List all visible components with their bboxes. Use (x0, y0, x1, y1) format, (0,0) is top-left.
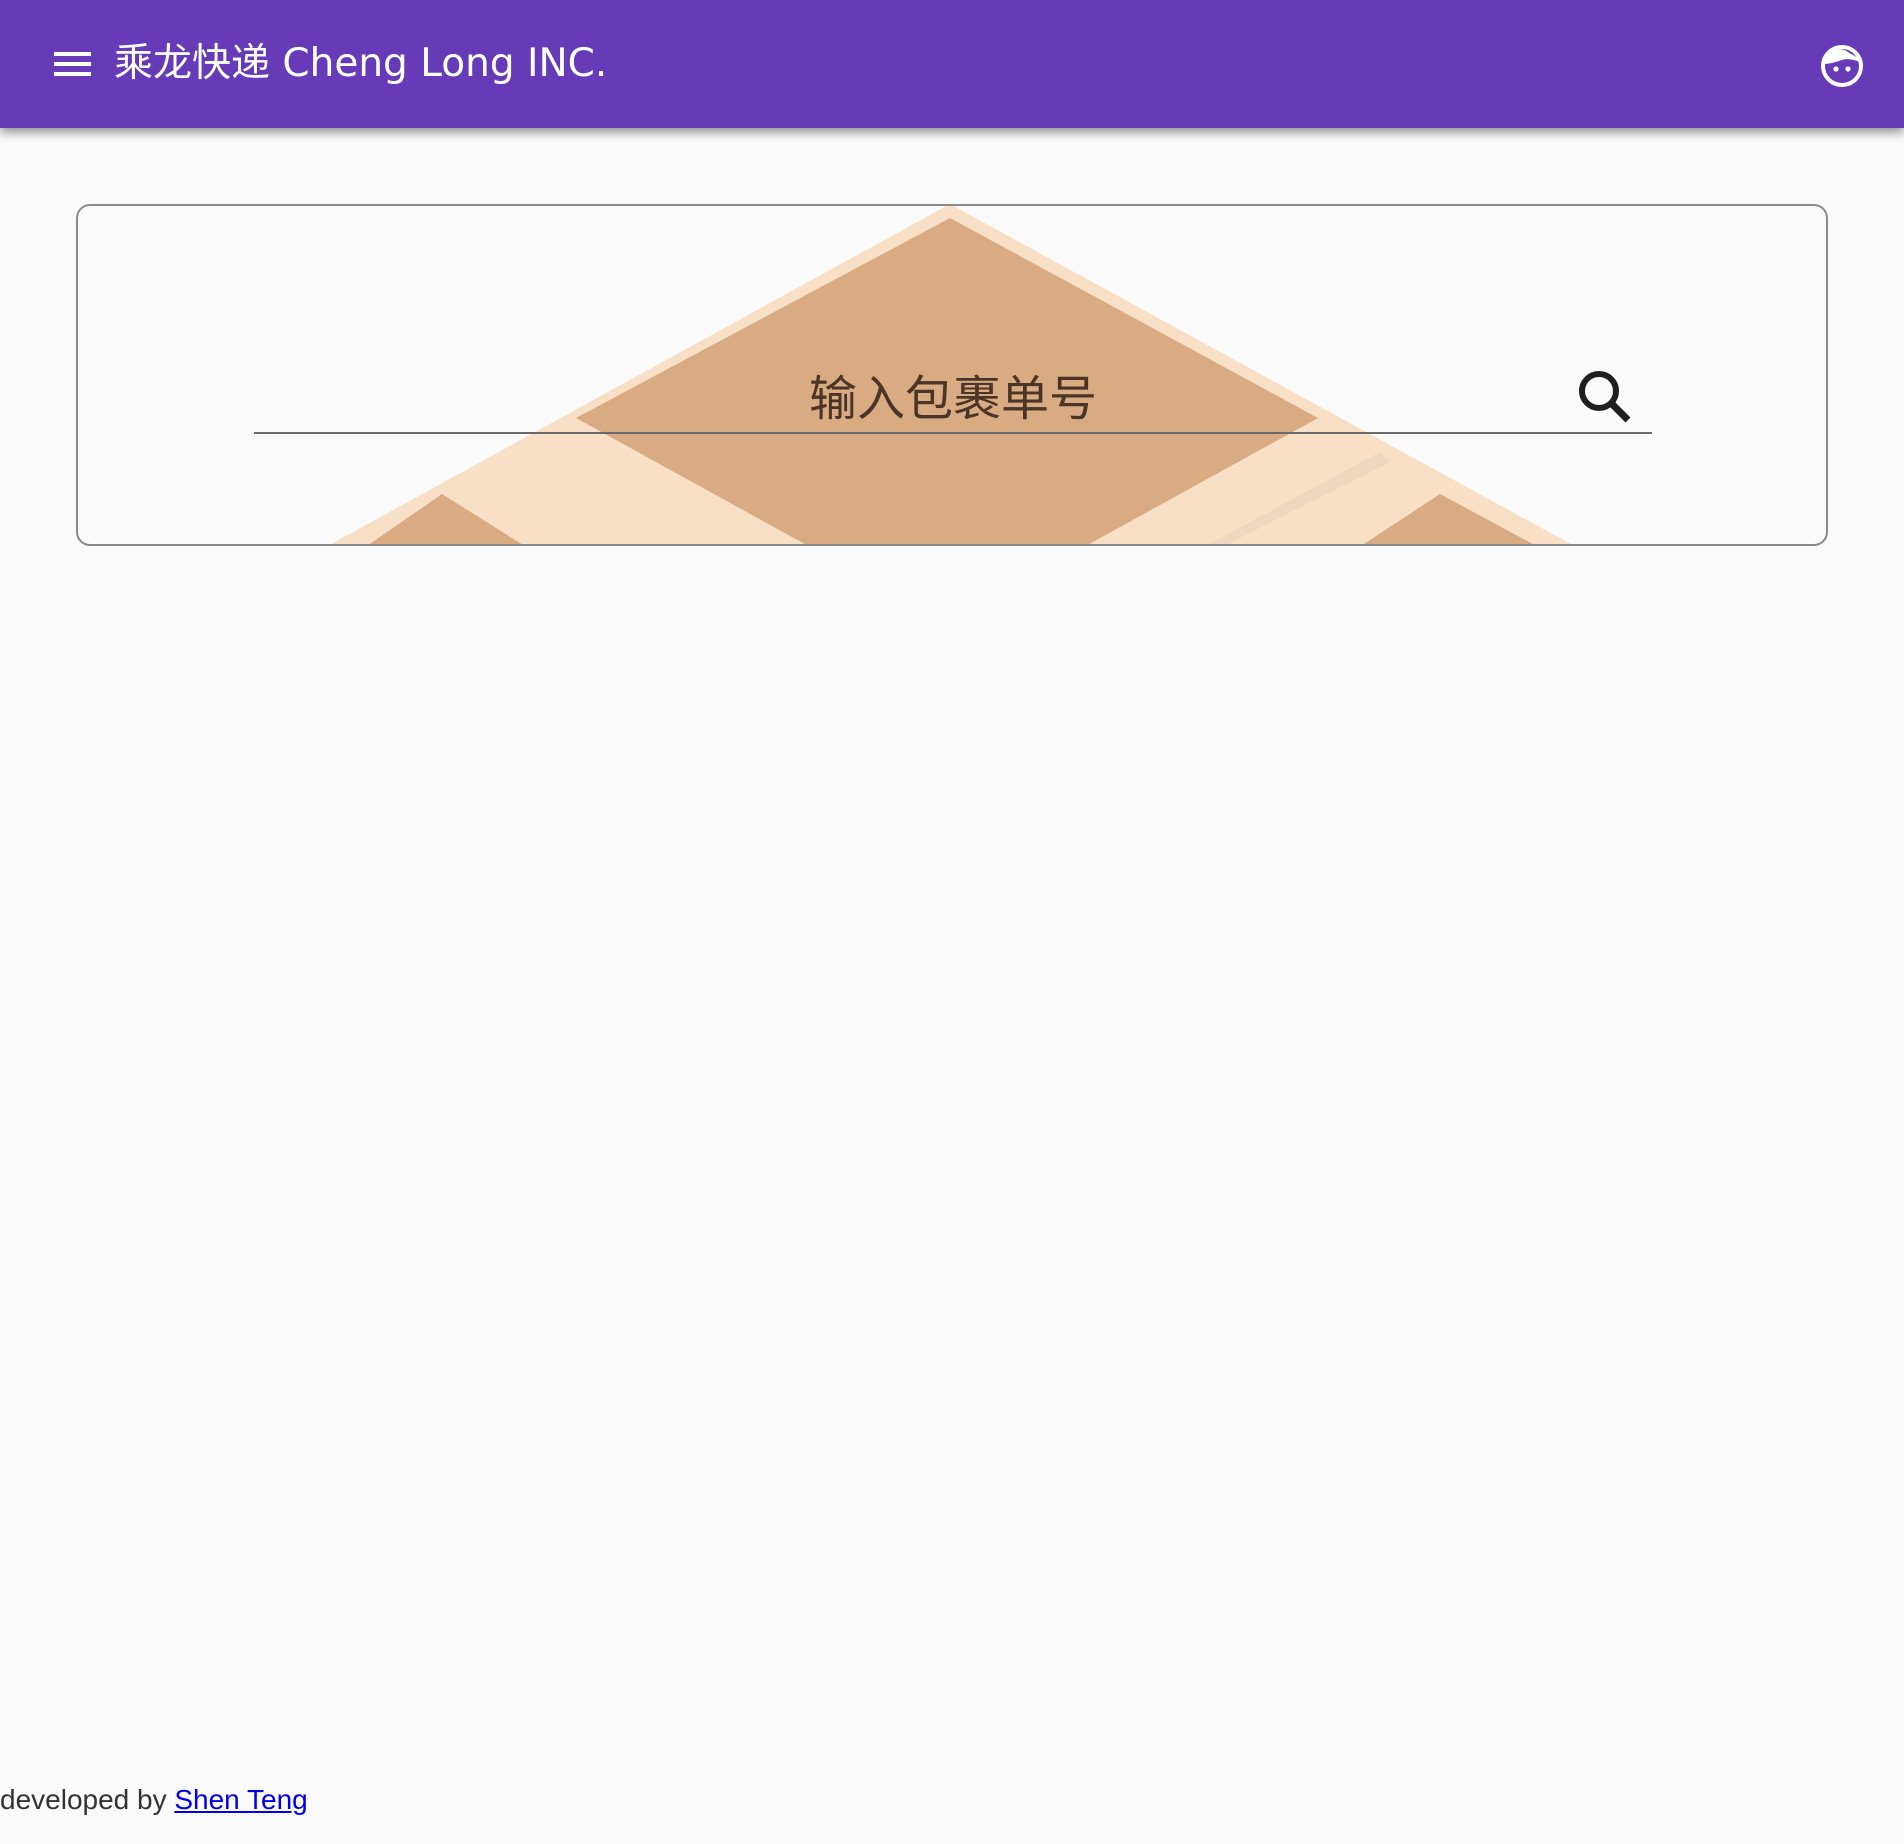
author-link[interactable]: Shen Teng (174, 1784, 307, 1815)
tracking-number-input[interactable] (254, 366, 1652, 432)
account-button[interactable] (1814, 38, 1870, 94)
app-toolbar: 乘龙快递 Cheng Long INC. (0, 0, 1904, 128)
footer-prefix: developed by (0, 1784, 167, 1815)
app-title: 乘龙快递 Cheng Long INC. (114, 41, 608, 86)
tracking-search-card (76, 204, 1828, 546)
menu-icon (54, 52, 91, 76)
search-icon (1579, 371, 1631, 423)
menu-button[interactable] (40, 36, 104, 92)
search-button[interactable] (1566, 358, 1646, 438)
footer-credit: developed by Shen Teng (0, 1782, 308, 1818)
tracking-number-field (254, 366, 1652, 434)
face-icon (1821, 45, 1863, 87)
